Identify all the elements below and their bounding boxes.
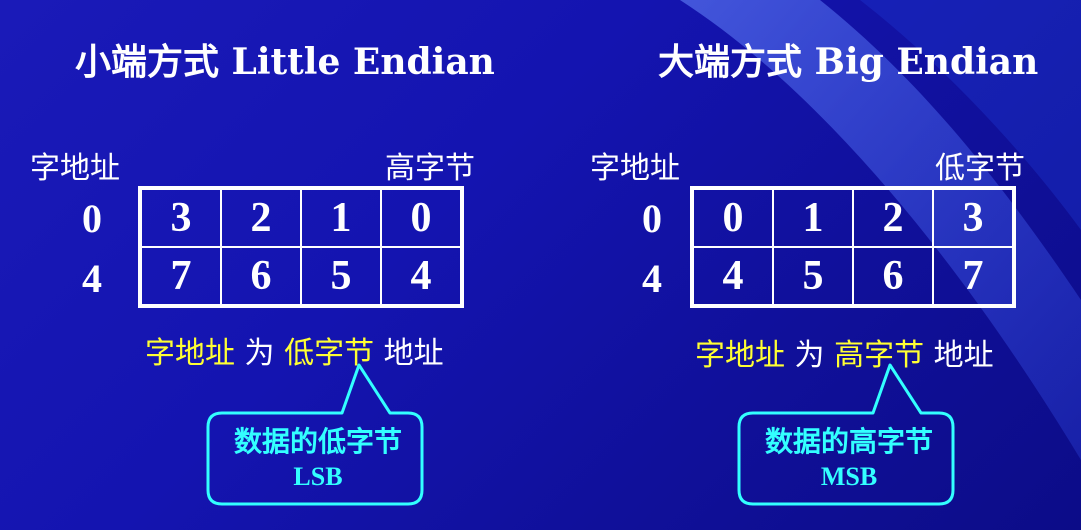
right-row-address: 0 (642, 196, 662, 241)
left-word-address-label: 字地址 (30, 151, 120, 186)
byte-cell: 6 (853, 247, 933, 305)
callout-line1: 数据的低字节 (233, 425, 402, 458)
left-corner-label: 高字节 (385, 151, 475, 186)
left-row-address: 0 (82, 196, 102, 241)
byte-cell: 5 (773, 247, 853, 305)
byte-cell: 2 (221, 189, 301, 247)
byte-cell: 0 (693, 189, 773, 247)
left-row-address: 4 (82, 256, 102, 301)
byte-cell: 6 (221, 247, 301, 305)
big-endian-byte-grid: 0 1 2 3 4 5 6 7 (690, 186, 1016, 308)
lsb-callout-text: 数据的低字节 LSB (208, 420, 428, 492)
little-endian-byte-grid: 3 2 1 0 7 6 5 4 (138, 186, 464, 308)
big-endian-title: 大端方式 Big Endian (658, 41, 1039, 83)
byte-cell: 4 (381, 247, 461, 305)
byte-cell: 7 (933, 247, 1013, 305)
callout-line2: MSB (820, 462, 878, 491)
byte-cell: 1 (301, 189, 381, 247)
callout-line2: LSB (293, 462, 343, 491)
byte-cell: 2 (853, 189, 933, 247)
byte-cell: 3 (141, 189, 221, 247)
byte-cell: 3 (933, 189, 1013, 247)
right-corner-label: 低字节 (935, 151, 1025, 186)
right-word-address-label: 字地址 (590, 151, 680, 186)
right-row-address: 4 (642, 256, 662, 301)
byte-cell: 4 (693, 247, 773, 305)
callout-line1: 数据的高字节 (764, 425, 933, 458)
msb-callout-text: 数据的高字节 MSB (739, 420, 959, 492)
byte-cell: 1 (773, 189, 853, 247)
byte-cell: 5 (301, 247, 381, 305)
byte-cell: 7 (141, 247, 221, 305)
little-endian-title: 小端方式 Little Endian (75, 41, 495, 83)
byte-cell: 0 (381, 189, 461, 247)
